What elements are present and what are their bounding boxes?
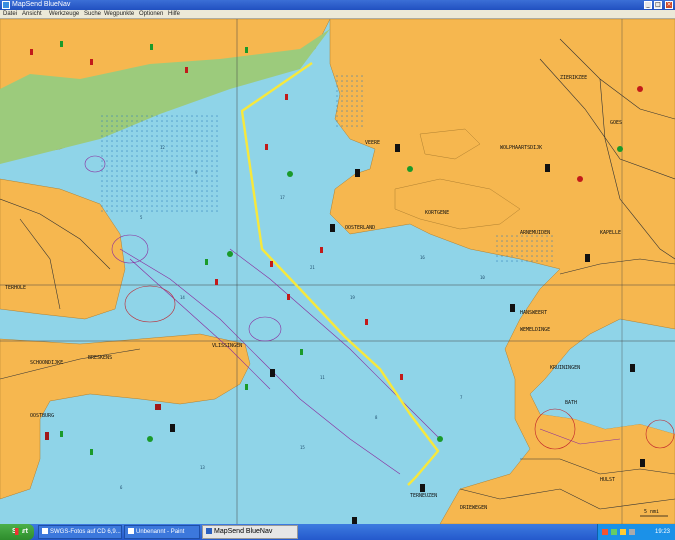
app-icon [2, 1, 10, 9]
place-label: OOSTERLAND [345, 225, 375, 231]
svg-text:17: 17 [280, 195, 285, 200]
clock: 19:23 [654, 529, 670, 535]
svg-text:10: 10 [480, 275, 485, 280]
place-label: OOSTBURG [30, 413, 54, 419]
place-label: DRIEWEGEN [460, 505, 487, 511]
menu-options[interactable]: Optionen [139, 10, 163, 19]
tray-icon[interactable] [620, 529, 626, 535]
place-label: WEMELDINGE [520, 327, 550, 333]
place-label: KRUININGEN [550, 365, 580, 371]
shoal-area-3 [495, 234, 555, 264]
chart-view[interactable]: OOSTERLAND KORTGENE WOLPHAARTSDIJK VEERE… [0, 19, 675, 524]
mapsend-icon [206, 528, 212, 535]
place-label: TERHOLE [5, 285, 26, 291]
place-label: ARNEMUIDEN [520, 230, 550, 236]
folder-icon [42, 528, 48, 535]
nautical-chart[interactable]: OOSTERLAND KORTGENE WOLPHAARTSDIJK VEERE… [0, 19, 675, 524]
svg-text:19: 19 [350, 295, 355, 300]
shoal-area [100, 114, 220, 214]
place-label: KORTGENE [425, 210, 449, 216]
minimize-button[interactable]: _ [644, 1, 652, 9]
task-button-mapsend[interactable]: MapSend BlueNav [202, 525, 298, 539]
place-label: HULST [600, 477, 615, 483]
menu-waypoints[interactable]: Wegpunkte [104, 10, 134, 19]
place-label: GOES [610, 120, 622, 126]
menu-view[interactable]: Ansicht [22, 10, 42, 19]
place-label: HANSWEERT [520, 310, 547, 316]
shoal-area-2 [335, 74, 365, 129]
close-button[interactable]: × [665, 1, 673, 9]
maximize-button[interactable]: □ [654, 1, 662, 9]
menu-search[interactable]: Suche [84, 10, 101, 19]
start-button[interactable]: Start [0, 524, 34, 540]
menu-help[interactable]: Hilfe [168, 10, 180, 19]
place-label: BRESKENS [88, 355, 112, 361]
svg-text:11: 11 [320, 375, 325, 380]
task-button-photos[interactable]: SWGS-Fotos auf CD 6,9... [38, 525, 122, 539]
svg-text:15: 15 [300, 445, 305, 450]
menu-tools[interactable]: Werkzeuge [49, 10, 79, 19]
place-label: BATH [565, 400, 577, 406]
place-label: TERNEUZEN [410, 493, 437, 499]
taskbar: Start SWGS-Fotos auf CD 6,9... Unbenannt… [0, 524, 675, 540]
scale-label: 5 nmi [644, 509, 659, 515]
svg-text:13: 13 [200, 465, 205, 470]
tray-icon[interactable] [602, 529, 608, 535]
place-label: VEERE [365, 140, 380, 146]
place-label: ZIERIKZEE [560, 75, 587, 81]
svg-text:12: 12 [160, 145, 165, 150]
place-label: SCHOONDIJKE [30, 360, 63, 366]
windows-logo-icon [15, 528, 22, 535]
title-bar: MapSend BlueNav _ □ × [0, 0, 675, 10]
place-label: WOLPHAARTSDIJK [500, 145, 542, 151]
svg-text:16: 16 [420, 255, 425, 260]
task-button-paint[interactable]: Unbenannt - Paint [124, 525, 200, 539]
place-label: VLISSINGEN [212, 343, 242, 349]
tray-icon[interactable] [629, 529, 635, 535]
menu-bar: Datei Ansicht Werkzeuge Suche Wegpunkte … [0, 10, 675, 19]
svg-text:21: 21 [310, 265, 315, 270]
menu-file[interactable]: Datei [3, 10, 17, 19]
svg-text:14: 14 [180, 295, 185, 300]
system-tray: 19:23 [597, 524, 675, 540]
window-title: MapSend BlueNav [12, 1, 71, 8]
paint-icon [128, 528, 134, 535]
place-label: KAPELLE [600, 230, 621, 236]
tray-icon[interactable] [611, 529, 617, 535]
